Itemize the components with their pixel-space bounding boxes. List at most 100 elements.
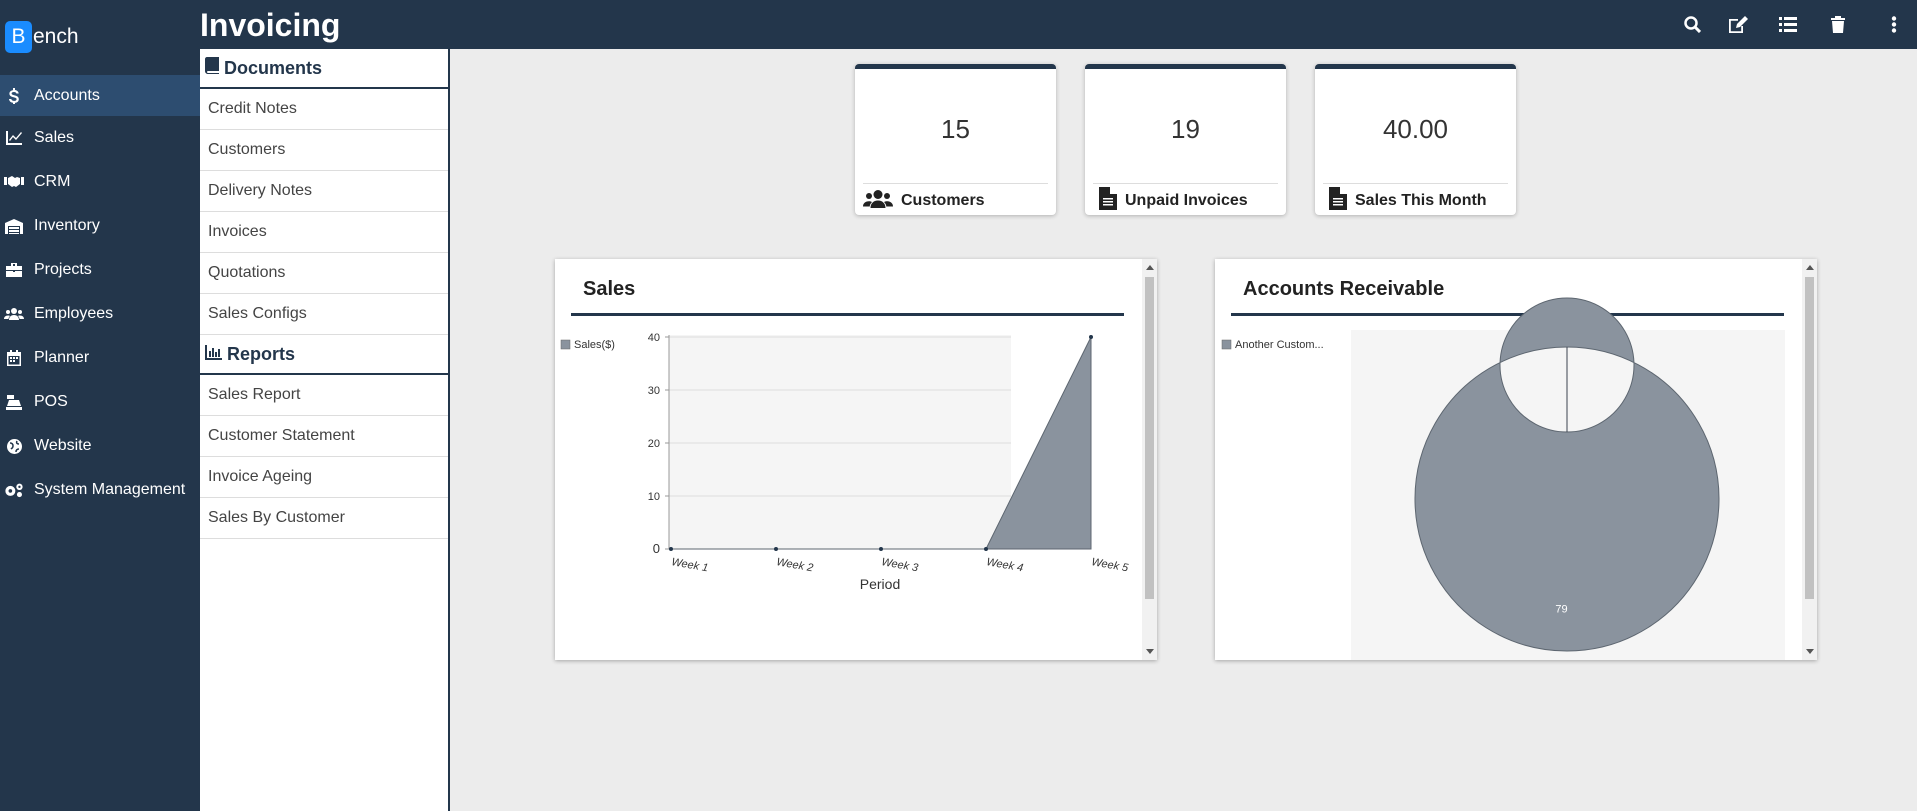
nav-item-projects[interactable]: Projects	[0, 248, 200, 292]
legend-label: Another Custom...	[1235, 339, 1324, 351]
legend-label: Sales($)	[574, 339, 615, 351]
brand-initial: B	[5, 21, 32, 53]
scroll-down-arrow[interactable]	[1806, 649, 1814, 654]
cash-register-icon	[4, 394, 24, 410]
briefcase-icon	[4, 263, 24, 277]
nav-item-employees[interactable]: Employees	[0, 292, 200, 336]
submenu-item-quotations[interactable]: Quotations	[200, 253, 448, 294]
stat-card-unpaid-invoices[interactable]: 19 Unpaid Invoices	[1085, 64, 1286, 215]
page-title: Invoicing	[200, 7, 341, 43]
stat-value: 15	[941, 114, 970, 144]
nav-item-system-management[interactable]: System Management	[0, 468, 200, 512]
submenu-item-invoice-ageing[interactable]: Invoice Ageing	[200, 457, 448, 498]
x-tick-label: Week 5	[1090, 556, 1129, 574]
nav-label: System Management	[34, 481, 186, 498]
scroll-thumb[interactable]	[1145, 277, 1154, 599]
nav-item-website[interactable]: Website	[0, 424, 200, 468]
sales-chart-panel: Sales Sales($) 0 10 20 30 40 Week 1 Week 2 Week …	[555, 259, 1157, 660]
stat-label: Sales This Month	[1355, 192, 1487, 209]
file-icon	[1099, 187, 1117, 215]
y-tick-label: 10	[648, 491, 660, 503]
nav-item-inventory[interactable]: Inventory	[0, 204, 200, 248]
y-tick-label: 40	[648, 332, 660, 344]
nav-label: Website	[34, 437, 92, 454]
nav-label: Employees	[34, 305, 114, 322]
top-bar: Invoicing	[200, 0, 1917, 49]
nav-item-planner[interactable]: Planner	[0, 336, 200, 380]
slice-value-label: 79	[1555, 603, 1567, 615]
legend-swatch	[560, 339, 571, 350]
documents-header-label: Documents	[224, 57, 323, 78]
submenu-item-customers[interactable]: Customers	[200, 130, 448, 171]
ar-panel-scrollbar[interactable]	[1802, 259, 1817, 660]
x-tick-label: Week 1	[670, 556, 709, 574]
main-nav: Accounts Sales CRM Inventory Projects Em…	[0, 75, 200, 512]
data-point	[879, 547, 883, 551]
x-axis-label: Period	[860, 576, 900, 592]
y-tick-label: 0	[653, 541, 660, 556]
chart-line-icon	[4, 131, 24, 145]
scroll-down-arrow[interactable]	[1146, 649, 1154, 654]
cogs-icon	[4, 482, 24, 498]
globe-icon	[4, 438, 24, 454]
submenu-item-customer-statement[interactable]: Customer Statement	[200, 416, 448, 457]
bar-chart-icon	[205, 344, 227, 365]
reports-header: Reports	[200, 335, 448, 375]
nav-item-sales[interactable]: Sales	[0, 116, 200, 160]
stat-card-sales-this-month[interactable]: 40.00 Sales This Month	[1315, 64, 1516, 215]
users-icon	[863, 188, 893, 215]
handshake-icon	[4, 176, 24, 188]
submenu-item-delivery-notes[interactable]: Delivery Notes	[200, 171, 448, 212]
scroll-thumb[interactable]	[1805, 277, 1814, 599]
stat-label: Unpaid Invoices	[1125, 192, 1248, 209]
nav-label: Accounts	[34, 86, 100, 104]
nav-item-crm[interactable]: CRM	[0, 160, 200, 204]
nav-label: POS	[34, 393, 68, 410]
documents-header: Documents	[200, 49, 448, 89]
nav-item-accounts[interactable]: Accounts	[0, 75, 200, 116]
nav-label: Planner	[34, 349, 90, 366]
data-point	[984, 547, 988, 551]
nav-label: Sales	[34, 129, 75, 146]
warehouse-icon	[4, 218, 24, 234]
legend-swatch	[1221, 339, 1232, 350]
card-divider	[863, 183, 1048, 184]
edit-icon[interactable]	[1727, 12, 1749, 36]
more-vertical-icon[interactable]	[1883, 12, 1905, 36]
file-icon	[1329, 187, 1347, 215]
plot-area	[669, 335, 1011, 549]
submenu-item-credit-notes[interactable]: Credit Notes	[200, 89, 448, 130]
sales-panel-scrollbar[interactable]	[1142, 259, 1157, 660]
submenu-item-sales-by-customer[interactable]: Sales By Customer	[200, 498, 448, 539]
reports-header-label: Reports	[227, 343, 296, 364]
y-tick-label: 20	[648, 438, 660, 450]
card-divider	[1323, 183, 1508, 184]
accounts-receivable-panel: Accounts Receivable Another Custom... 79	[1215, 259, 1817, 660]
scroll-up-arrow[interactable]	[1806, 265, 1814, 270]
users-icon	[4, 307, 24, 321]
nav-label: Inventory	[34, 217, 100, 234]
x-tick-label: Week 4	[985, 556, 1024, 574]
calendar-icon	[4, 350, 24, 366]
stat-label: Customers	[901, 192, 985, 209]
data-point	[774, 547, 778, 551]
brand-logo[interactable]: B ench	[5, 21, 79, 53]
data-point	[1089, 335, 1093, 339]
scroll-up-arrow[interactable]	[1146, 265, 1154, 270]
book-icon	[205, 57, 224, 79]
card-footer: Sales This Month	[1323, 187, 1487, 215]
nav-item-pos[interactable]: POS	[0, 380, 200, 424]
sales-area-chart: Sales($) 0 10 20 30 40 Week 1 Week 2 Week 3 Week …	[560, 332, 1130, 592]
submenu-item-sales-configs[interactable]: Sales Configs	[200, 294, 448, 335]
list-icon[interactable]	[1777, 12, 1799, 36]
trash-icon[interactable]	[1827, 12, 1849, 36]
stat-card-customers[interactable]: 15 Customers	[855, 64, 1056, 215]
x-tick-label: Week 3	[880, 556, 919, 574]
ar-donut-chart: Another Custom... 79	[1221, 297, 1785, 660]
submenu-item-sales-report[interactable]: Sales Report	[200, 375, 448, 416]
submenu-item-invoices[interactable]: Invoices	[200, 212, 448, 253]
sidebar: B ench Accounts Sales CRM Inventory Proj…	[0, 0, 200, 811]
search-icon[interactable]	[1681, 12, 1703, 36]
stat-value: 19	[1171, 114, 1200, 144]
stat-value: 40.00	[1382, 114, 1449, 144]
